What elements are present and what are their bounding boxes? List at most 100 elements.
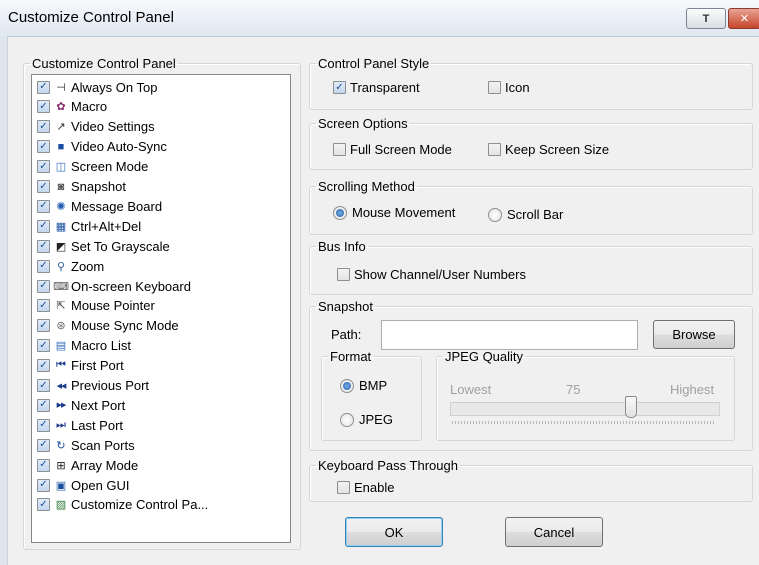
list-item-checkbox[interactable]: ✓ bbox=[37, 160, 50, 174]
quality-slider-thumb[interactable] bbox=[625, 396, 638, 418]
control-list[interactable]: ✓ ⊣ Always On Top ✓ ✿ Macro ✓ ↗ Video Settings ✓ ■… bbox=[31, 74, 291, 543]
list-item-checkbox[interactable]: ✓ bbox=[37, 418, 50, 432]
list-item-checkbox[interactable]: ✓ bbox=[37, 319, 50, 333]
list-item-checkbox[interactable]: ✓ bbox=[37, 140, 50, 154]
quality-slider-track[interactable] bbox=[450, 402, 720, 416]
enable-checkbox[interactable] bbox=[337, 481, 350, 494]
list-item-label: Zoom bbox=[71, 258, 105, 274]
list-item-checkbox[interactable]: ✓ bbox=[37, 398, 50, 412]
keep-size-label: Keep Screen Size bbox=[505, 142, 610, 157]
mouse-movement-option[interactable]: Mouse Movement bbox=[333, 205, 455, 220]
list-item[interactable]: ✓ ▤ Macro List bbox=[37, 336, 131, 356]
icon-option[interactable]: Icon bbox=[488, 80, 530, 95]
list-item-checkbox[interactable]: ✓ bbox=[37, 438, 50, 452]
transparent-option[interactable]: ✓ Transparent bbox=[333, 80, 420, 95]
list-item-checkbox[interactable]: ✓ bbox=[37, 239, 50, 253]
list-item[interactable]: ✓ ✿ Macro bbox=[37, 97, 107, 117]
list-item[interactable]: ✓ ◫ Screen Mode bbox=[37, 157, 148, 177]
list-item[interactable]: ✓ ▨ Customize Control Pa... bbox=[37, 495, 208, 515]
list-item[interactable]: ✓ ▦ Ctrl+Alt+Del bbox=[37, 216, 141, 236]
list-item[interactable]: ✓ ⏮ First Port bbox=[37, 356, 124, 376]
list-item[interactable]: ✓ ⚲ Zoom bbox=[37, 256, 104, 276]
icon-checkbox[interactable] bbox=[488, 81, 501, 94]
keep-size-checkbox[interactable] bbox=[488, 143, 501, 156]
list-item[interactable]: ✓ ■ Video Auto-Sync bbox=[37, 137, 167, 157]
list-item-checkbox[interactable]: ✓ bbox=[37, 478, 50, 492]
title-bar[interactable]: Customize Control Panel T ✕ bbox=[0, 0, 759, 37]
bus-info-legend: Bus Info bbox=[318, 239, 366, 254]
list-item-label: First Port bbox=[71, 358, 124, 374]
list-item[interactable]: ✓ ⊣ Always On Top bbox=[37, 77, 157, 97]
list-item[interactable]: ✓ ▣ Open GUI bbox=[37, 475, 130, 495]
mouse-movement-radio[interactable] bbox=[333, 205, 347, 220]
list-item-label: Array Mode bbox=[71, 457, 139, 473]
close-button[interactable]: ✕ bbox=[728, 8, 759, 29]
list-item-checkbox[interactable]: ✓ bbox=[37, 359, 50, 373]
list-item[interactable]: ✓ ✺ Message Board bbox=[37, 196, 162, 216]
bmp-option[interactable]: BMP bbox=[340, 378, 387, 393]
list-item-label: Open GUI bbox=[71, 477, 130, 493]
list-item-checkbox[interactable]: ✓ bbox=[37, 379, 50, 392]
scroll-bar-radio[interactable] bbox=[488, 207, 502, 222]
keyboard-legend: Keyboard Pass Through bbox=[318, 458, 458, 473]
list-item-checkbox[interactable]: ✓ bbox=[37, 199, 50, 213]
list-item-checkbox[interactable]: ✓ bbox=[37, 279, 50, 293]
zoom-icon: ⚲ bbox=[56, 260, 66, 273]
list-item-checkbox[interactable]: ✓ bbox=[37, 219, 50, 233]
list-item[interactable]: ✓ ⊛ Mouse Sync Mode bbox=[37, 316, 179, 336]
jpeg-radio[interactable] bbox=[340, 412, 354, 427]
macro-list-icon: ▤ bbox=[55, 340, 67, 353]
list-item-label: Scan Ports bbox=[71, 437, 135, 453]
cancel-button[interactable]: Cancel bbox=[505, 517, 603, 547]
pin-button[interactable]: T bbox=[686, 8, 726, 29]
quality-slider-ticks bbox=[452, 421, 716, 424]
path-input[interactable] bbox=[381, 320, 638, 350]
ok-button[interactable]: OK bbox=[345, 517, 443, 547]
full-screen-label: Full Screen Mode bbox=[350, 142, 452, 157]
transparent-label: Transparent bbox=[350, 80, 420, 95]
list-item-checkbox[interactable]: ✓ bbox=[37, 458, 50, 472]
list-item-checkbox[interactable]: ✓ bbox=[37, 100, 50, 114]
show-numbers-checkbox[interactable] bbox=[337, 268, 350, 281]
format-group: Format bbox=[321, 349, 422, 441]
path-label: Path: bbox=[331, 327, 362, 342]
list-item[interactable]: ✓ ↻ Scan Ports bbox=[37, 435, 135, 455]
full-screen-option[interactable]: Full Screen Mode bbox=[333, 142, 452, 157]
list-item[interactable]: ✓ ↗ Video Settings bbox=[37, 117, 155, 137]
quality-highest-label: Highest bbox=[670, 382, 715, 397]
list-item-checkbox[interactable]: ✓ bbox=[37, 339, 50, 353]
list-item[interactable]: ✓ ⇱ Mouse Pointer bbox=[37, 296, 155, 316]
bmp-radio[interactable] bbox=[340, 378, 354, 393]
customize-icon: ▨ bbox=[55, 499, 67, 512]
list-item-checkbox[interactable]: ✓ bbox=[37, 120, 50, 134]
keyboard-icon: ⌨ bbox=[53, 280, 69, 293]
enable-option[interactable]: Enable bbox=[337, 480, 394, 495]
list-item-checkbox[interactable]: ✓ bbox=[37, 80, 50, 94]
wrench-icon: ↗ bbox=[56, 121, 66, 134]
jpeg-option[interactable]: JPEG bbox=[340, 412, 393, 427]
transparent-checkbox[interactable]: ✓ bbox=[333, 81, 346, 94]
list-item[interactable]: ✓ ▶▶ Next Port bbox=[37, 395, 125, 415]
keep-size-option[interactable]: Keep Screen Size bbox=[488, 142, 609, 157]
browse-button[interactable]: Browse bbox=[653, 320, 735, 349]
list-item-checkbox[interactable]: ✓ bbox=[37, 498, 50, 512]
list-item-checkbox[interactable]: ✓ bbox=[37, 180, 50, 193]
icon-style-label: Icon bbox=[505, 80, 530, 95]
list-item[interactable]: ✓ ◩ Set To Grayscale bbox=[37, 236, 170, 256]
jpeg-quality-legend: JPEG Quality bbox=[445, 349, 524, 364]
list-item[interactable]: ✓ ⏭ Last Port bbox=[37, 415, 123, 435]
list-item[interactable]: ✓ ⊞ Array Mode bbox=[37, 455, 138, 475]
screen-mode-icon: ◫ bbox=[55, 161, 67, 174]
window-title: Customize Control Panel bbox=[8, 9, 174, 26]
full-screen-checkbox[interactable] bbox=[333, 143, 346, 156]
list-item-checkbox[interactable]: ✓ bbox=[37, 259, 50, 273]
list-item[interactable]: ✓ ◙ Snapshot bbox=[37, 177, 126, 197]
scroll-bar-option[interactable]: Scroll Bar bbox=[488, 207, 563, 222]
list-item[interactable]: ✓ ⌨ On-screen Keyboard bbox=[37, 276, 191, 296]
first-port-icon: ⏮ bbox=[56, 359, 66, 372]
quality-lowest-label: Lowest bbox=[450, 382, 492, 397]
list-item[interactable]: ✓ ◀◀ Previous Port bbox=[37, 376, 149, 396]
show-numbers-option[interactable]: Show Channel/User Numbers bbox=[337, 267, 526, 282]
list-item-checkbox[interactable]: ✓ bbox=[37, 299, 50, 313]
list-item-label: On-screen Keyboard bbox=[71, 278, 191, 294]
